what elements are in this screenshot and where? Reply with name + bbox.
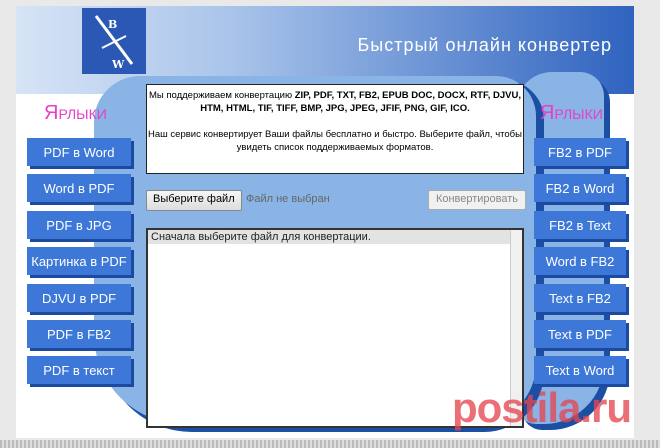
output-message: Сначала выберите файл для конвертации. [148, 230, 510, 244]
right-nav-text-to-word[interactable]: Text в Word [534, 356, 626, 384]
site-logo[interactable]: B W [82, 8, 146, 74]
right-sidebar-heading: Ярлыки [540, 102, 603, 124]
convert-button[interactable]: Конвертировать [428, 190, 526, 210]
info-description: Наш сервис конвертирует Ваши файлы беспл… [148, 129, 522, 153]
left-nav-image-to-pdf[interactable]: Картинка в PDF [27, 247, 131, 275]
left-nav-pdf-to-jpg[interactable]: PDF в JPG [27, 211, 131, 239]
right-nav-text-to-fb2[interactable]: Text в FB2 [534, 284, 626, 312]
info-intro: Мы поддерживаем конвертацию [148, 90, 293, 101]
choose-file-button[interactable]: Выберите файл [146, 190, 242, 211]
left-nav-word-to-pdf[interactable]: Word в PDF [27, 174, 131, 202]
bottom-strip [0, 440, 660, 448]
left-sidebar-heading: Ярлыки [44, 102, 107, 124]
watermark: postila.ru [452, 384, 632, 431]
right-nav-fb2-to-word[interactable]: FB2 в Word [534, 174, 626, 202]
left-nav-pdf-to-word[interactable]: PDF в Word [27, 138, 131, 166]
site-title: Быстрый онлайн конвертер [357, 35, 612, 55]
right-nav-fb2-to-text[interactable]: FB2 в Text [534, 211, 626, 239]
left-nav-pdf-to-text[interactable]: PDF в текст [27, 356, 131, 384]
right-nav-word-to-fb2[interactable]: Word в FB2 [534, 247, 626, 275]
logo-letter-w: W [112, 58, 125, 71]
right-nav-text-to-pdf[interactable]: Text в PDF [534, 320, 626, 348]
logo-letter-b: B [108, 18, 118, 31]
no-file-label: Файл не выбран [246, 193, 330, 205]
info-box: Мы поддерживаем конвертацию ZIP, PDF, TX… [146, 84, 524, 174]
right-nav-fb2-to-pdf[interactable]: FB2 в PDF [534, 138, 626, 166]
left-nav-djvu-to-pdf[interactable]: DJVU в PDF [27, 284, 131, 312]
left-nav-pdf-to-fb2[interactable]: PDF в FB2 [27, 320, 131, 348]
page: B W Быстрый онлайн конвертер Ярлыки Ярлы… [16, 6, 634, 438]
